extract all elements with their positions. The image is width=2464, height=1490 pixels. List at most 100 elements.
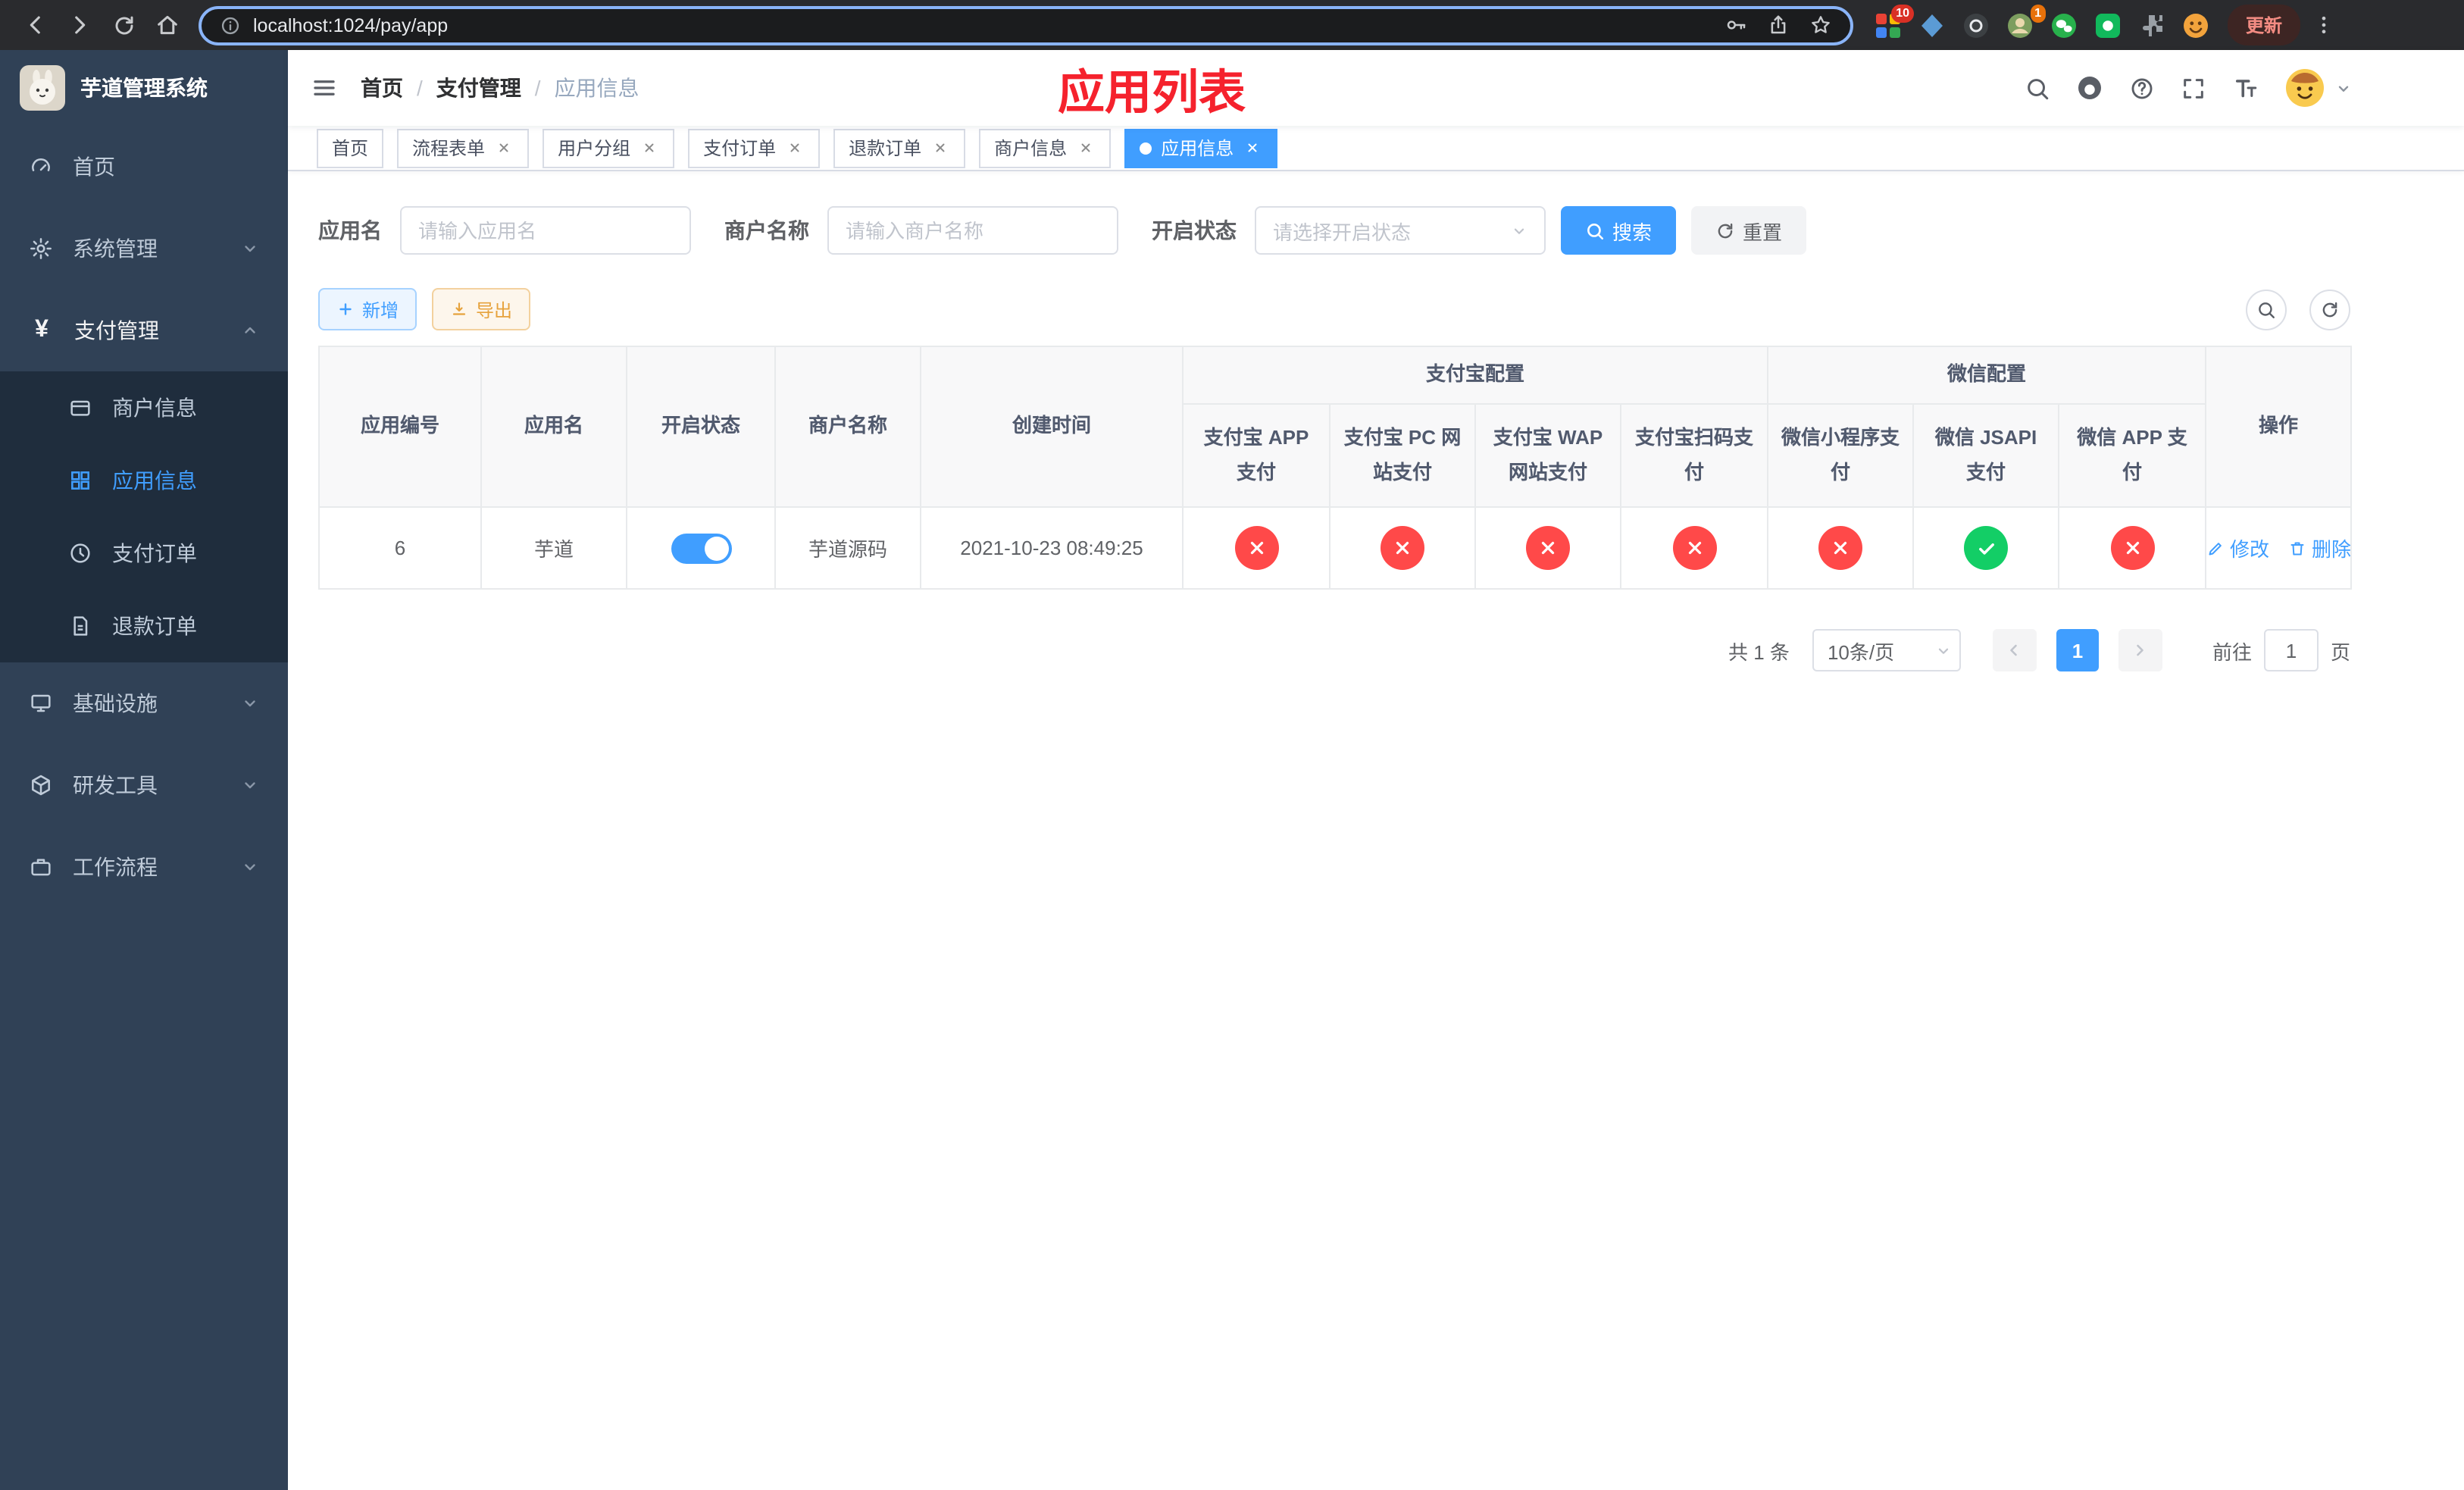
chevron-up-icon [241,321,259,340]
sidebar-item-label: 系统管理 [73,236,158,261]
sidebar-item-pay-order[interactable]: 支付订单 [0,517,288,590]
download-icon [450,300,468,318]
cell-create-time: 2021-10-23 08:49:25 [920,506,1184,590]
pagination-jumper: 前往 页 [2212,629,2350,671]
tab-user-group[interactable]: 用户分组 [543,128,675,167]
close-icon[interactable] [639,138,659,158]
close-icon[interactable] [1243,138,1262,158]
trash-icon [2287,539,2306,557]
search-icon[interactable] [2025,75,2050,101]
cell-status [626,506,776,590]
fullscreen-icon[interactable] [2181,75,2206,101]
forward-button[interactable] [59,5,100,45]
col-merchant-name: 商户名称 [774,346,921,508]
hamburger-icon[interactable] [288,50,361,126]
sidebar-item-label: 基础设施 [73,691,158,715]
help-icon[interactable] [2129,75,2155,101]
prev-page-button[interactable] [1992,629,2037,671]
close-icon[interactable] [930,138,950,158]
page-size-select[interactable]: 10条/页 [1812,629,1961,671]
caret-down-icon [2335,80,2352,96]
alipay-app-status-icon [1234,526,1278,570]
tab-pay-order[interactable]: 支付订单 [688,128,821,167]
app-table: 应用编号 应用名 开启状态 商户名称 创建时间 支付宝配置 微信配置 操作 支付… [318,346,2353,590]
page-number-1[interactable]: 1 [2056,629,2099,671]
url-text[interactable]: localhost:1024/pay/app [253,14,1712,36]
tab-process-form[interactable]: 流程表单 [397,128,530,167]
extension-icon-green-square[interactable] [2094,11,2122,39]
extension-icon-avatar[interactable]: 1 [2006,4,2046,39]
extension-icon-dark-circle[interactable] [1962,11,1990,39]
tab-refund-order[interactable]: 退款订单 [833,128,966,167]
sidebar-item-dev-tools[interactable]: 研发工具 [0,744,288,826]
bookmark-star-icon[interactable] [1809,14,1832,36]
status-select[interactable]: 请选择开启状态 [1255,206,1546,255]
breadcrumb: 首页 / 支付管理 / 应用信息 [361,73,639,103]
extension-icon-wechat[interactable] [2050,11,2078,39]
extension-icon-grid[interactable]: 10 [1875,4,1914,39]
active-tab-dot [1140,142,1152,154]
address-bar[interactable]: localhost:1024/pay/app [199,5,1853,45]
extension-icon-blue[interactable] [1918,11,1946,39]
share-icon[interactable] [1767,14,1790,36]
sidebar-item-app-info[interactable]: 应用信息 [0,444,288,517]
app-name-input[interactable] [418,219,673,242]
reset-button[interactable]: 重置 [1691,206,1807,255]
search-icon [1585,221,1605,240]
search-button[interactable]: 搜索 [1561,206,1677,255]
edit-button[interactable]: 修改 [2206,534,2269,562]
toggle-knob [704,536,728,560]
wechat-mini-status-icon [1818,526,1863,570]
extension-icon-puzzle[interactable] [2138,11,2165,39]
sidebar-item-merchant-info[interactable]: 商户信息 [0,371,288,444]
font-size-icon[interactable] [2232,74,2259,102]
close-icon[interactable] [494,138,514,158]
close-icon[interactable] [785,138,805,158]
sidebar-menu: 首页 系统管理 ¥ 支付管理 商户信息 应用信息 支付订单 退款订单 基础设施 … [0,126,288,908]
tab-app-info[interactable]: 应用信息 [1124,128,1278,167]
breadcrumb-home[interactable]: 首页 [361,73,403,103]
delete-button[interactable]: 删除 [2287,534,2351,562]
extension-badge-count: 10 [1891,4,1914,22]
next-page-button[interactable] [2118,629,2162,671]
sidebar-item-payment[interactable]: ¥ 支付管理 [0,290,288,371]
tab-merchant-info[interactable]: 商户信息 [979,128,1112,167]
sidebar-item-system[interactable]: 系统管理 [0,208,288,290]
site-info-icon[interactable] [220,14,241,36]
breadcrumb-payment[interactable]: 支付管理 [436,73,521,103]
refresh-table-button[interactable] [2309,289,2350,330]
sidebar-item-refund-order[interactable]: 退款订单 [0,590,288,662]
col-app-id: 应用编号 [318,346,482,508]
monitor-icon [29,691,53,715]
chevron-down-icon [1935,642,1952,659]
cell-app-name: 芋道 [480,506,627,590]
user-menu[interactable] [2285,68,2352,108]
tab-home[interactable]: 首页 [317,128,384,167]
goto-page-input[interactable] [2263,629,2319,671]
sidebar-item-infrastructure[interactable]: 基础设施 [0,662,288,744]
browser-menu-icon[interactable] [2312,14,2335,36]
toggle-search-button[interactable] [2246,289,2287,330]
table-toolbar: 新增 导出 [318,288,2350,330]
merchant-name-input[interactable] [846,219,1100,242]
browser-update-button[interactable]: 更新 [2228,5,2301,45]
sidebar-item-home[interactable]: 首页 [0,126,288,208]
app-logo[interactable]: 芋道管理系统 [0,50,288,126]
password-key-icon[interactable] [1724,14,1747,36]
user-avatar[interactable] [2285,68,2325,108]
add-button[interactable]: 新增 [318,288,417,330]
export-button[interactable]: 导出 [432,288,531,330]
extension-icon-emoji[interactable] [2182,11,2209,39]
back-button[interactable] [15,5,56,45]
tab-label: 用户分组 [558,138,631,159]
reload-button[interactable] [103,5,144,45]
status-toggle[interactable] [671,533,731,563]
home-button[interactable] [147,5,188,45]
top-navbar: 首页 / 支付管理 / 应用信息 应用列表 [288,50,2464,126]
page-unit-label: 页 [2330,640,2350,663]
close-icon[interactable] [1076,138,1096,158]
sidebar-item-workflow[interactable]: 工作流程 [0,826,288,908]
github-icon[interactable] [2076,74,2103,102]
extension-badge-secondary: 1 [2030,4,2046,22]
pagination: 共 1 条 10条/页 1 前往 页 [318,629,2350,671]
